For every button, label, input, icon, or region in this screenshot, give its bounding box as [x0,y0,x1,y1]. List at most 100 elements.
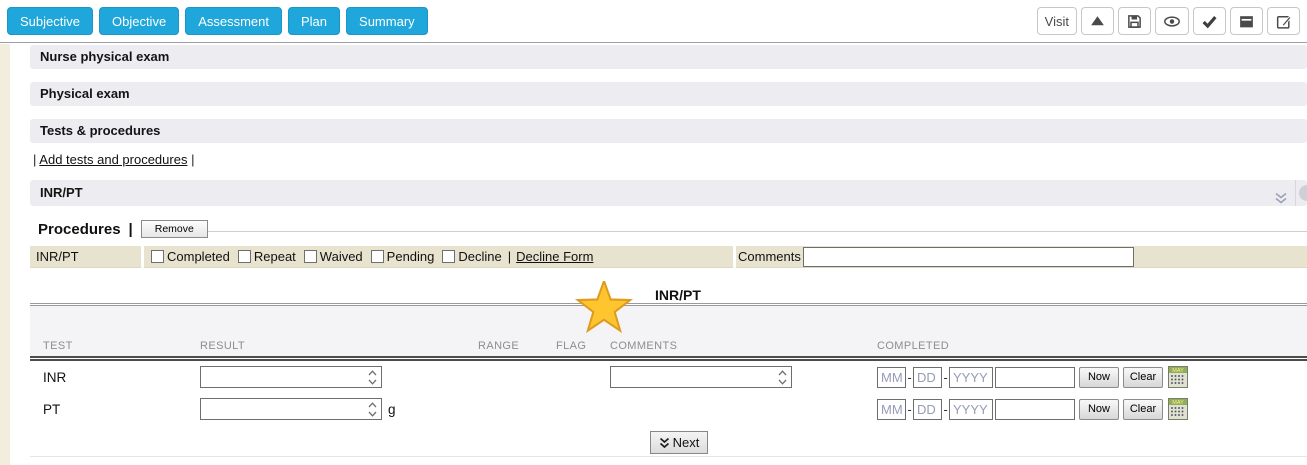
pipe-right: | [191,152,194,167]
soap-tabs: Subjective Objective Assessment Plan Sum… [7,7,428,35]
chevron-double-down-icon[interactable] [1274,187,1288,206]
tab-subjective[interactable]: Subjective [7,7,93,35]
double-rule-dark [30,356,1307,361]
checkbox-repeat[interactable] [238,250,251,263]
svg-text:MAY: MAY [1172,368,1184,374]
remove-button[interactable]: Remove [141,220,208,238]
spinner-arrows-icon[interactable] [365,399,379,419]
visit-button[interactable]: Visit [1037,7,1077,35]
inr-result-input[interactable] [201,367,363,387]
procedures-rule [207,231,1307,232]
check-icon[interactable] [1193,7,1226,35]
pipe-left: | [33,152,36,167]
inr-year-input[interactable] [949,367,993,388]
edit-icon[interactable] [1267,7,1300,35]
checkbox-pending[interactable] [371,250,384,263]
comments-label: Comments [738,249,801,264]
save-icon[interactable] [1118,7,1151,35]
calendar-icon[interactable]: MAY [1168,366,1188,388]
pt-time-input[interactable] [995,399,1075,420]
eye-icon[interactable] [1155,7,1189,35]
spinner-arrows-icon[interactable] [775,367,789,387]
checkbox-completed[interactable] [151,250,164,263]
procedure-comments-input[interactable] [803,247,1134,267]
pt-day-input[interactable] [913,399,942,420]
pt-clear-button[interactable]: Clear [1123,399,1163,420]
inr-day-input[interactable] [913,367,942,388]
results-panel-title: INR/PT [655,287,701,303]
checkbox-decline[interactable] [442,250,455,263]
inr-month-input[interactable] [877,367,906,388]
archive-icon[interactable] [1230,7,1263,35]
date-separator: - [906,402,913,417]
checkbox-pending-label: Pending [387,249,435,264]
checkbox-decline-label: Decline [458,249,501,264]
inr-comments-spinner [610,366,792,388]
add-tests-row: | Add tests and procedures | [33,152,194,167]
toolbar-actions: Visit [1037,7,1300,35]
partial-circle-icon [1299,185,1307,201]
inr-now-button[interactable]: Now [1079,367,1119,388]
section-nurse-physical-exam[interactable]: Nurse physical exam [30,45,1307,69]
star-icon [571,281,637,339]
col-test: TEST [43,340,73,352]
pt-now-button[interactable]: Now [1079,399,1119,420]
results-header: TEST RESULT RANGE FLAG COMMENTS COMPLETE… [30,306,1307,356]
procedure-name-cell: INR/PT [30,246,141,268]
tab-plan[interactable]: Plan [288,7,340,35]
checkbox-repeat-label: Repeat [254,249,296,264]
inr-clear-button[interactable]: Clear [1123,367,1163,388]
section-inrpt-label: INR/PT [40,185,83,200]
col-completed: COMPLETED [877,340,949,352]
eject-icon[interactable] [1081,7,1114,35]
top-toolbar: Subjective Objective Assessment Plan Sum… [0,0,1307,43]
col-flag: FLAG [556,340,586,352]
svg-text:MAY: MAY [1172,400,1184,406]
tab-summary[interactable]: Summary [346,7,428,35]
procedures-title: Procedures [38,221,121,238]
test-name-pt: PT [43,402,60,417]
inr-completed-date-group: - - Now Clear MAY [877,366,1188,388]
procedure-comments-cell: Comments [736,246,1307,268]
visit-note-screen: Subjective Objective Assessment Plan Sum… [0,0,1307,465]
pt-result-spinner [200,398,382,420]
left-edge-strip [0,44,10,465]
spinner-arrows-icon[interactable] [365,367,379,387]
col-range: RANGE [478,340,519,352]
tab-assessment[interactable]: Assessment [185,7,282,35]
section-physical-exam[interactable]: Physical exam [30,82,1307,106]
bottom-rule [30,456,1307,457]
pipe: | [129,221,133,238]
checkbox-waived[interactable] [304,250,317,263]
checkbox-completed-label: Completed [167,249,230,264]
decline-form-link[interactable]: Decline Form [516,249,593,264]
next-button-label: Next [673,435,700,450]
col-comments: COMMENTS [610,340,677,352]
date-separator: - [906,370,913,385]
procedures-heading: Procedures | Remove [38,220,208,238]
pt-year-input[interactable] [949,399,993,420]
tab-objective[interactable]: Objective [99,7,179,35]
pt-result-input[interactable] [201,399,363,419]
pt-unit-label: g [388,402,396,417]
procedure-status-cell: Completed Repeat Waived Pending Decline … [144,246,733,268]
bar-divider [1295,180,1296,206]
date-separator: - [942,402,949,417]
inr-comments-input[interactable] [611,367,773,387]
col-result: RESULT [200,340,245,352]
calendar-icon[interactable]: MAY [1168,398,1188,420]
add-tests-link[interactable]: Add tests and procedures [39,152,187,167]
pt-month-input[interactable] [877,399,906,420]
section-inrpt[interactable]: INR/PT [30,180,1307,206]
next-button[interactable]: Next [650,431,708,454]
pt-completed-date-group: - - Now Clear MAY [877,398,1188,420]
inr-result-spinner [200,366,382,388]
section-tests-procedures[interactable]: Tests & procedures [30,119,1307,143]
date-separator: - [942,370,949,385]
inr-time-input[interactable] [995,367,1075,388]
procedure-name: INR/PT [36,249,79,264]
pipe: | [508,249,511,264]
checkbox-waived-label: Waived [320,249,363,264]
chevron-double-down-icon [659,437,670,449]
test-name-inr: INR [43,370,66,385]
